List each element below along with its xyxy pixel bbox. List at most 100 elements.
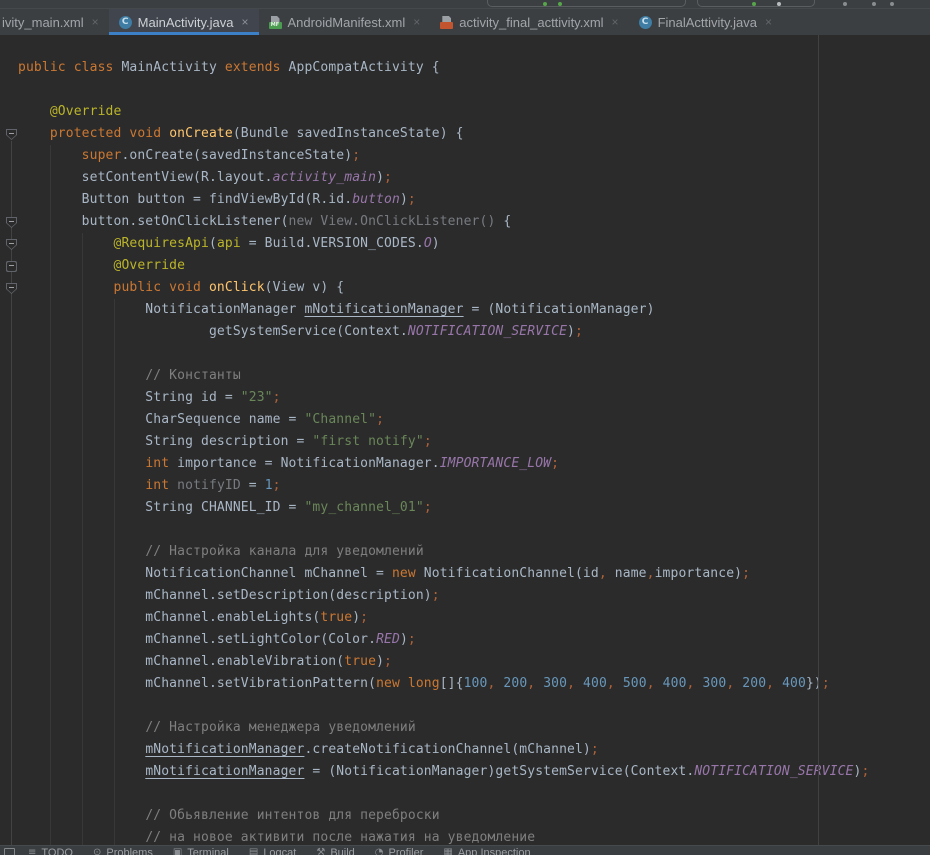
java-class-icon: C	[119, 16, 132, 29]
editor-tab-finalacttivity-java[interactable]: C FinalActtivity.java ×	[629, 9, 782, 35]
problems-icon: ⊙	[93, 847, 101, 855]
code-fold-marker-icon[interactable]	[6, 129, 17, 140]
code-editor[interactable]: public class MainActivity extends AppCom…	[0, 35, 930, 845]
xml-file-icon	[440, 16, 453, 29]
code-line[interactable]: mChannel.setDescription(description);	[18, 585, 869, 607]
code-line[interactable]: String description = "first notify";	[18, 431, 869, 453]
code-line[interactable]	[18, 79, 869, 101]
code-line[interactable]: // Настройка менеджера уведомлений	[18, 717, 869, 739]
tool-window-button-problems[interactable]: ⊙ Problems	[93, 847, 153, 855]
tab-label: ivity_main.xml	[2, 15, 84, 30]
code-line[interactable]	[18, 783, 869, 805]
code-line[interactable]: setContentView(R.layout.activity_main);	[18, 167, 869, 189]
toolbar-dot-icon[interactable]	[777, 2, 781, 6]
tool-window-button-logcat[interactable]: ▤ Logcat	[249, 847, 296, 855]
code-line[interactable]: Button button = findViewById(R.id.button…	[18, 189, 869, 211]
tool-window-label: App Inspection	[458, 847, 531, 855]
editor-tab-activity-final-acttivity-xml[interactable]: activity_final_acttivity.xml ×	[430, 9, 628, 35]
tool-window-label: Logcat	[263, 847, 296, 855]
indent-guide	[114, 299, 115, 845]
android-studio-window: ivity_main.xml × C MainActivity.java × MF Andr…	[0, 0, 930, 855]
code-fold-marker-icon[interactable]	[6, 261, 17, 272]
code-line[interactable]: // Обьявление интентов для переброски	[18, 805, 869, 827]
toolbar-dot-icon[interactable]	[752, 2, 756, 6]
app-inspection-icon: ▦	[443, 847, 452, 855]
code-fold-marker-icon[interactable]	[6, 283, 17, 294]
tab-label: AndroidManifest.xml	[288, 15, 406, 30]
toolbar-dot-icon[interactable]	[872, 2, 876, 6]
code-fold-marker-icon[interactable]	[6, 217, 17, 228]
code-line[interactable]: int notifyID = 1;	[18, 475, 869, 497]
code-line[interactable]: @Override	[18, 255, 869, 277]
manifest-file-icon: MF	[269, 16, 282, 29]
toolbar-widget[interactable]	[487, 0, 686, 7]
code-line[interactable]: NotificationManager mNotificationManager…	[18, 299, 869, 321]
tool-window-label: Terminal	[187, 847, 229, 855]
code-line[interactable]: @RequiresApi(api = Build.VERSION_CODES.O…	[18, 233, 869, 255]
close-tab-icon[interactable]: ×	[241, 15, 248, 29]
close-tab-icon[interactable]: ×	[612, 15, 619, 29]
tab-label: FinalActtivity.java	[658, 15, 757, 30]
code-line[interactable]: String id = "23";	[18, 387, 869, 409]
code-line[interactable]: mNotificationManager = (NotificationMana…	[18, 761, 869, 783]
code-fold-marker-icon[interactable]	[6, 239, 17, 250]
close-tab-icon[interactable]: ×	[413, 15, 420, 29]
close-tab-icon[interactable]: ×	[92, 15, 99, 29]
tool-window-label: Build	[330, 847, 354, 855]
tool-window-button-profiler[interactable]: ◔Profiler	[375, 847, 424, 855]
close-tab-icon[interactable]: ×	[765, 15, 772, 29]
tool-window-toggle-icon[interactable]	[4, 848, 15, 855]
indent-guide	[82, 233, 83, 845]
logcat-icon: ▤	[249, 847, 258, 855]
code-line[interactable]: public void onClick(View v) {	[18, 277, 869, 299]
code-line[interactable]: // на новое активити после нажатия на ув…	[18, 827, 869, 845]
code-line[interactable]: mChannel.setVibrationPattern(new long[]{…	[18, 673, 869, 695]
editor-tab-bar: ivity_main.xml × C MainActivity.java × MF Andr…	[0, 8, 930, 35]
hard-wrap-guide	[818, 35, 819, 845]
tab-label: MainActivity.java	[138, 15, 234, 30]
code-line[interactable]: // Константы	[18, 365, 869, 387]
main-toolbar-strip	[0, 0, 930, 8]
todo-icon: ≡	[28, 847, 36, 855]
tool-window-button-build[interactable]: ⚒ Build	[316, 847, 354, 855]
code-line[interactable]: @Override	[18, 101, 869, 123]
tool-window-button-todo[interactable]: ≡ TODO	[28, 847, 73, 855]
tool-window-label: TODO	[41, 847, 73, 855]
tool-window-bar: ≡ TODO ⊙ Problems ▣ Terminal ▤ Logcat ⚒ Build ◔Pro…	[0, 845, 930, 855]
code-line[interactable]	[18, 343, 869, 365]
terminal-icon: ▣	[173, 847, 182, 855]
indent-guide	[50, 145, 51, 845]
tab-label: activity_final_acttivity.xml	[459, 15, 603, 30]
code-line[interactable]: String CHANNEL_ID = "my_channel_01";	[18, 497, 869, 519]
toolbar-dot-icon[interactable]	[558, 2, 562, 6]
toolbar-dot-icon[interactable]	[543, 2, 547, 6]
code-line[interactable]: super.onCreate(savedInstanceState);	[18, 145, 869, 167]
code-line[interactable]: mChannel.enableVibration(true);	[18, 651, 869, 673]
code-line[interactable]: NotificationChannel mChannel = new Notif…	[18, 563, 869, 585]
code-line[interactable]: getSystemService(Context.NOTIFICATION_SE…	[18, 321, 869, 343]
code-line[interactable]	[18, 695, 869, 717]
code-text-area[interactable]: public class MainActivity extends AppCom…	[18, 57, 869, 845]
editor-tab-ivity-main-xml[interactable]: ivity_main.xml ×	[0, 9, 109, 35]
code-line[interactable]: // Настройка канала для уведомлений	[18, 541, 869, 563]
code-line[interactable]: button.setOnClickListener(new View.OnCli…	[18, 211, 869, 233]
code-line[interactable]: mChannel.enableLights(true);	[18, 607, 869, 629]
code-line[interactable]: public class MainActivity extends AppCom…	[18, 57, 869, 79]
toolbar-widget[interactable]	[697, 0, 815, 7]
toolbar-dot-icon[interactable]	[890, 2, 894, 6]
code-line[interactable]: mChannel.setLightColor(Color.RED);	[18, 629, 869, 651]
code-line[interactable]: int importance = NotificationManager.IMP…	[18, 453, 869, 475]
code-line[interactable]: mNotificationManager.createNotificationC…	[18, 739, 869, 761]
code-line[interactable]: protected void onCreate(Bundle savedInst…	[18, 123, 869, 145]
build-icon: ⚒	[316, 847, 325, 855]
toolbar-dot-icon[interactable]	[843, 2, 847, 6]
code-line[interactable]: CharSequence name = "Channel";	[18, 409, 869, 431]
java-class-icon: C	[639, 16, 652, 29]
editor-tab-mainactivity-java[interactable]: C MainActivity.java ×	[109, 9, 259, 35]
tool-window-button-terminal[interactable]: ▣ Terminal	[173, 847, 229, 855]
editor-tab-androidmanifest-xml[interactable]: MF AndroidManifest.xml ×	[259, 9, 431, 35]
code-line[interactable]	[18, 519, 869, 541]
profiler-icon: ◔	[375, 847, 384, 855]
tool-window-button-app-inspection[interactable]: ▦ App Inspection	[443, 847, 530, 855]
tool-window-label: Problems	[106, 847, 152, 855]
